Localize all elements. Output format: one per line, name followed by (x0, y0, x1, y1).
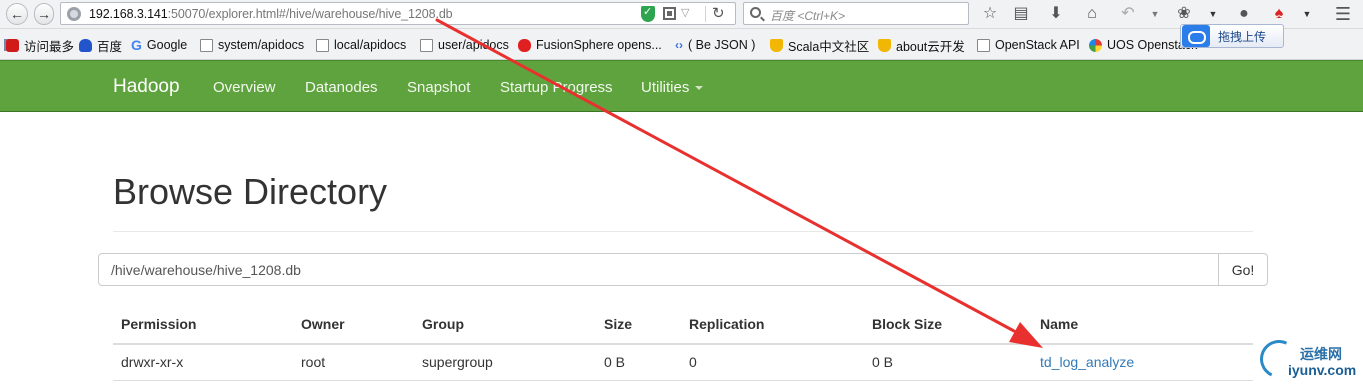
bookmark-label: about云开发 (896, 39, 965, 54)
bookmark-most-visited[interactable]: 访问最多 (6, 37, 75, 54)
address-bar[interactable]: 192.168.3.141:50070/explorer.html#/hive/… (60, 2, 736, 25)
column-header-permission[interactable]: Permission (121, 316, 196, 332)
bookmark-label: ( Be JSON ) (688, 38, 756, 52)
bookmark-label: 百度 (97, 39, 123, 54)
column-header-replication[interactable]: Replication (689, 316, 764, 332)
watermark-bottom-text: iyunv.com (1288, 362, 1357, 378)
url-host: 192.168.3.141 (89, 7, 168, 21)
page-title: Browse Directory (113, 171, 388, 212)
watermark-top-text: 运维网 (1300, 346, 1342, 362)
bookmark-google[interactable]: G Google (131, 37, 187, 53)
forward-arrow-icon[interactable]: → (34, 3, 54, 25)
cell-replication: 0 (689, 354, 697, 370)
search-bar[interactable]: 百度 <Ctrl+K> (743, 2, 969, 25)
bookmark-label: OpenStack API (995, 38, 1080, 52)
cell-size: 0 B (604, 354, 626, 370)
huawei-icon (518, 38, 531, 52)
site-watermark-logo: 运维网 iyunv.com (1254, 334, 1363, 387)
url-divider (705, 6, 706, 22)
bookmark-label: local/apidocs (334, 38, 407, 52)
nav-overview[interactable]: Overview (213, 79, 276, 96)
drag-upload-button[interactable]: 拖拽上传 (1180, 24, 1284, 48)
bug-icon[interactable]: ❀ (1174, 4, 1194, 24)
nav-startup-progress[interactable]: Startup Progress (500, 79, 613, 96)
search-icon (750, 7, 761, 18)
directory-name-link[interactable]: td_log_analyze (1040, 354, 1134, 370)
cell-owner: root (301, 354, 326, 370)
shield-icon[interactable] (641, 5, 655, 22)
column-header-size[interactable]: Size (604, 316, 632, 332)
bookmark-aboutyun[interactable]: about云开发 (878, 37, 965, 54)
hamburger-menu-icon[interactable]: ☰ (1333, 4, 1353, 24)
chat-icon[interactable]: ● (1234, 4, 1254, 24)
cell-group: supergroup (422, 354, 493, 370)
nav-snapshot[interactable]: Snapshot (407, 79, 470, 96)
reload-icon[interactable]: ↻ (712, 4, 725, 22)
red-square-icon (6, 38, 19, 52)
table-row-divider (113, 380, 1253, 381)
json-icon: ‹› (675, 38, 683, 52)
url-path: :50070/explorer.html#/hive/warehouse/hiv… (167, 7, 453, 21)
bookmark-be-json[interactable]: ‹› ( Be JSON ) (675, 37, 755, 53)
bookmark-label: user/apidocs (438, 38, 509, 52)
home-icon[interactable]: ⌂ (1082, 4, 1102, 24)
column-header-name[interactable]: Name (1040, 316, 1078, 332)
page-icon (977, 38, 990, 52)
bookmark-user-apidocs[interactable]: user/apidocs (420, 37, 509, 53)
cell-permission: drwxr-xr-x (121, 354, 184, 370)
nav-datanodes[interactable]: Datanodes (305, 79, 378, 96)
url-dropdown-icon[interactable]: ▽ (681, 6, 689, 19)
bookmarks-bar: 访问最多 百度 G Google system/apidocs local/api… (0, 29, 1363, 60)
globe-icon (67, 7, 81, 21)
bookmark-local-apidocs[interactable]: local/apidocs (316, 37, 406, 53)
qr-code-icon[interactable] (663, 7, 676, 20)
undo-menu-icon[interactable]: ▼ (1150, 4, 1160, 24)
browser-toolbar: ← → 192.168.3.141:50070/explorer.html#/h… (0, 0, 1363, 29)
nav-utilities[interactable]: Utilities (641, 79, 704, 96)
bookmark-scala[interactable]: Scala中文社区 (770, 37, 870, 54)
table-header-divider (113, 343, 1253, 345)
page-icon (420, 38, 433, 52)
google-icon: G (131, 36, 142, 53)
cup-icon (770, 38, 783, 52)
bookmark-system-apidocs[interactable]: system/apidocs (200, 37, 304, 53)
directory-path-input[interactable] (98, 253, 1219, 286)
paw-icon (79, 38, 92, 52)
back-arrow-icon[interactable]: ← (6, 3, 28, 25)
go-button[interactable]: Go! (1218, 253, 1268, 286)
cell-block-size: 0 B (872, 354, 894, 370)
bookmark-label: Google (146, 38, 188, 52)
column-header-group[interactable]: Group (422, 316, 464, 332)
cloud-icon (1182, 25, 1210, 47)
reading-list-icon[interactable]: ▤ (1011, 4, 1031, 24)
addon-menu-icon[interactable]: ▼ (1302, 4, 1312, 24)
hadoop-navbar: Hadoop Overview Datanodes Snapshot Start… (0, 60, 1363, 112)
column-header-owner[interactable]: Owner (301, 316, 345, 332)
bookmark-fusionsphere[interactable]: FusionSphere opens... (518, 37, 662, 53)
search-placeholder: 百度 <Ctrl+K> (770, 9, 846, 23)
bookmark-label: Scala中文社区 (788, 39, 870, 54)
cup-icon (878, 38, 891, 52)
bookmark-baidu[interactable]: 百度 (79, 37, 123, 54)
bookmark-openstack-api[interactable]: OpenStack API (977, 37, 1080, 53)
multicolor-icon (1089, 38, 1102, 52)
page-icon (200, 38, 213, 52)
undo-icon[interactable]: ↶ (1118, 4, 1138, 24)
fortune-icon[interactable]: ♠ (1269, 4, 1289, 24)
download-icon[interactable]: ⬇ (1046, 4, 1066, 24)
column-header-block-size[interactable]: Block Size (872, 316, 942, 332)
url-text[interactable]: 192.168.3.141:50070/explorer.html#/hive/… (89, 7, 453, 21)
bug-menu-icon[interactable]: ▼ (1208, 4, 1218, 24)
star-icon[interactable]: ☆ (980, 4, 1000, 24)
nav-utilities-label: Utilities (641, 79, 690, 96)
page-icon (316, 38, 329, 52)
bookmark-label: FusionSphere opens... (536, 38, 662, 52)
navbar-brand[interactable]: Hadoop (113, 76, 180, 98)
bookmark-label: system/apidocs (218, 38, 305, 52)
caret-down-icon (695, 86, 704, 91)
bookmark-label: 访问最多 (24, 39, 75, 54)
upload-label: 拖拽上传 (1218, 29, 1267, 44)
title-divider (113, 231, 1253, 232)
